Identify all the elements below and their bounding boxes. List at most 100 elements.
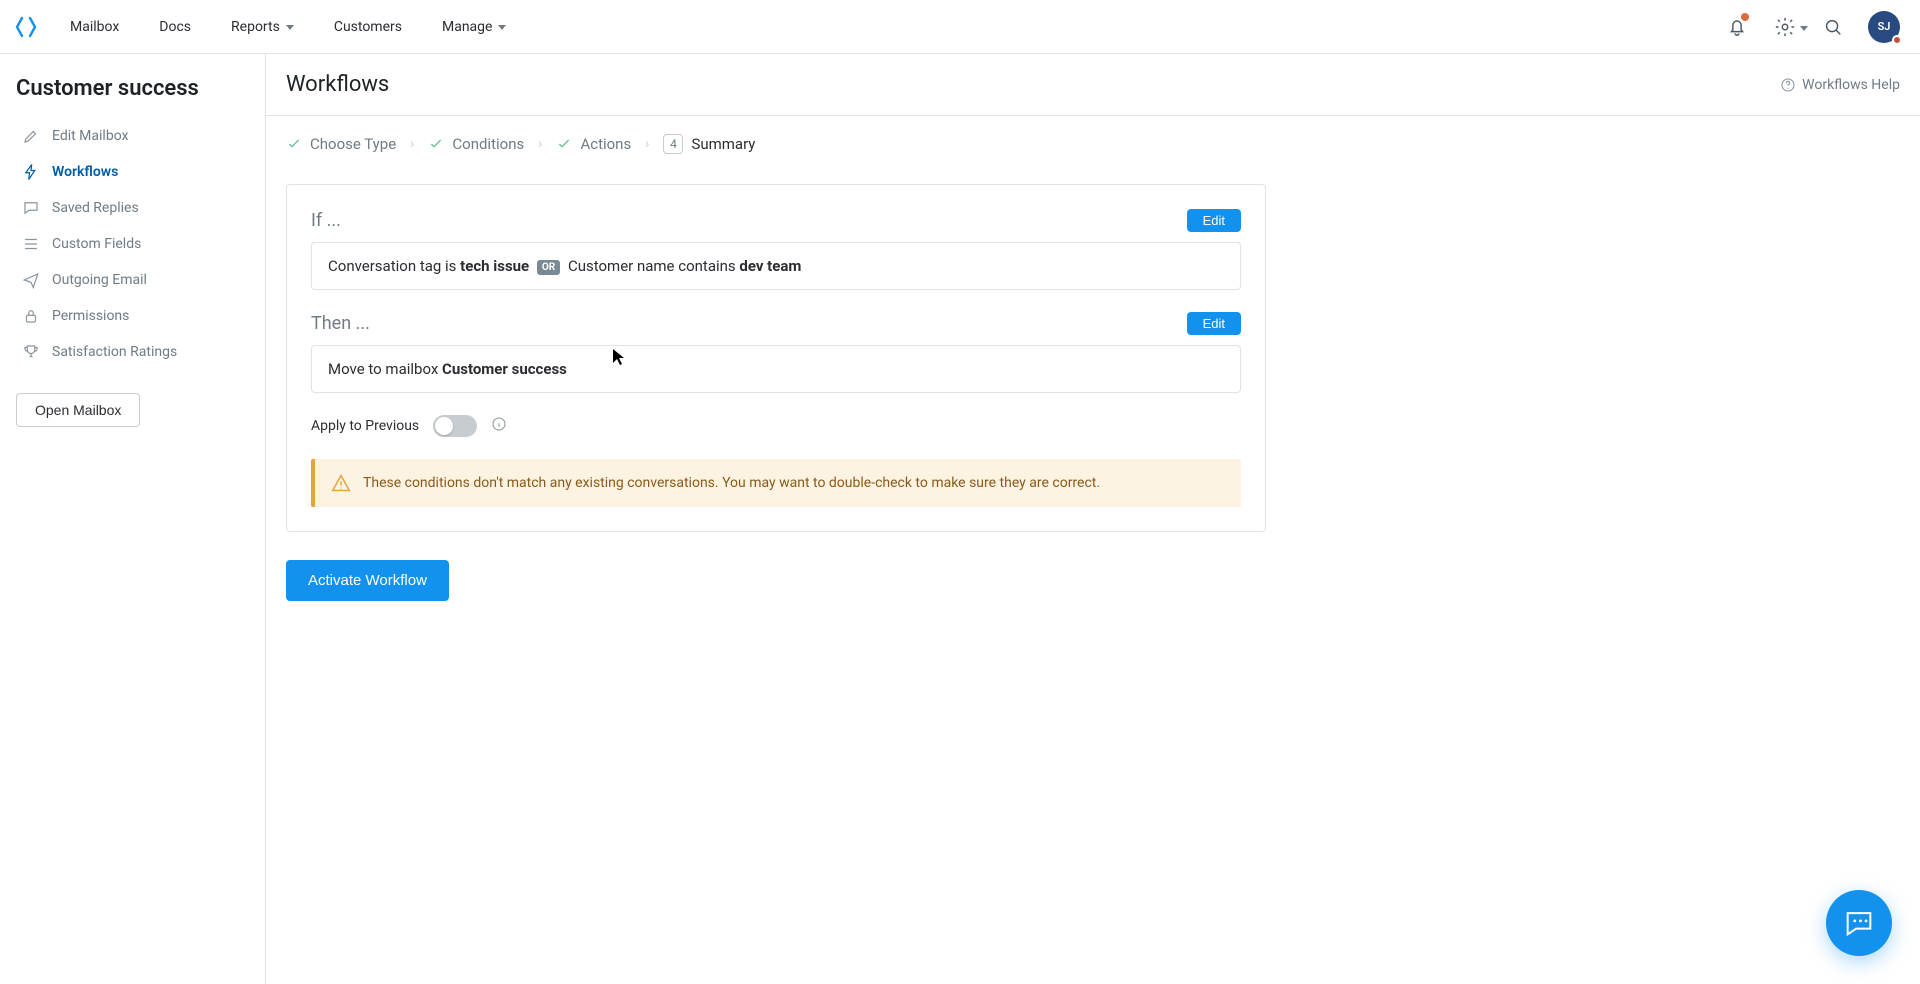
sidebar-title: Customer success: [16, 76, 249, 101]
sidebar-item-label: Saved Replies: [52, 200, 139, 216]
step-label: Summary: [691, 135, 755, 153]
main-header: Workflows Workflows Help: [266, 54, 1920, 116]
sidebar-item-custom-fields[interactable]: Custom Fields: [16, 227, 249, 261]
nav-customers[interactable]: Customers: [316, 11, 420, 43]
search-button[interactable]: [1820, 14, 1846, 40]
chevron-down-icon: [1800, 26, 1808, 31]
edit-actions-button[interactable]: Edit: [1187, 312, 1241, 335]
sidebar-item-edit-mailbox[interactable]: Edit Mailbox: [16, 119, 249, 153]
helpscout-logo-icon: [14, 15, 38, 39]
then-section-head: Then ... Edit: [311, 312, 1241, 335]
check-icon: [428, 136, 444, 152]
trophy-icon: [22, 343, 40, 361]
app-body: Customer success Edit Mailbox Workflows …: [0, 54, 1920, 984]
workflow-summary-card: If ... Edit Conversation tag is tech iss…: [286, 184, 1266, 532]
activate-workflow-button[interactable]: Activate Workflow: [286, 560, 449, 601]
warning-text: These conditions don't match any existin…: [363, 475, 1100, 491]
pencil-icon: [22, 127, 40, 145]
apply-to-previous-label: Apply to Previous: [311, 418, 419, 434]
bolt-icon: [22, 163, 40, 181]
page-title: Workflows: [286, 72, 389, 97]
info-icon[interactable]: [491, 416, 507, 436]
then-rule-box: Move to mailbox Customer success: [311, 345, 1241, 393]
nav-customers-label: Customers: [334, 19, 402, 35]
nav-docs-label: Docs: [159, 19, 191, 35]
primary-nav: Mailbox Docs Reports Customers Manage: [52, 11, 524, 43]
step-actions[interactable]: Actions: [556, 135, 631, 153]
sidebar-item-workflows[interactable]: Workflows: [16, 155, 249, 189]
top-nav: Mailbox Docs Reports Customers Manage SJ: [0, 0, 1920, 54]
sidebar-item-outgoing-email[interactable]: Outgoing Email: [16, 263, 249, 297]
user-avatar[interactable]: SJ: [1868, 11, 1900, 43]
sidebar-item-label: Satisfaction Ratings: [52, 344, 177, 360]
nav-manage-label: Manage: [442, 19, 492, 35]
sidebar-item-label: Workflows: [52, 164, 118, 180]
warning-icon: [331, 473, 351, 493]
sidebar-item-label: Custom Fields: [52, 236, 141, 252]
then-rule-value: Customer success: [442, 360, 567, 378]
check-icon: [286, 136, 302, 152]
then-rule-prefix: Move to mailbox: [328, 360, 442, 378]
or-chip: OR: [537, 260, 560, 275]
nav-docs[interactable]: Docs: [141, 11, 209, 43]
nav-mailbox[interactable]: Mailbox: [52, 11, 137, 43]
stack-icon: [22, 235, 40, 253]
help-link-label: Workflows Help: [1802, 77, 1900, 93]
sidebar-item-label: Edit Mailbox: [52, 128, 128, 144]
sidebar-item-satisfaction-ratings[interactable]: Satisfaction Ratings: [16, 335, 249, 369]
search-icon: [1822, 16, 1844, 38]
beacon-chat-button[interactable]: [1826, 890, 1892, 956]
step-summary[interactable]: 4 Summary: [663, 134, 755, 154]
check-icon: [556, 136, 572, 152]
nav-manage[interactable]: Manage: [424, 11, 524, 43]
step-conditions[interactable]: Conditions: [428, 135, 524, 153]
if-rule-box: Conversation tag is tech issue OR Custom…: [311, 242, 1241, 290]
apply-to-previous-row: Apply to Previous: [311, 415, 1241, 437]
notifications-button[interactable]: [1724, 14, 1750, 40]
chevron-down-icon: [286, 25, 294, 30]
chevron-down-icon: [498, 25, 506, 30]
if-rule-value-2: dev team: [739, 257, 801, 275]
if-heading: If ...: [311, 210, 341, 231]
sidebar-item-saved-replies[interactable]: Saved Replies: [16, 191, 249, 225]
settings-sidebar: Customer success Edit Mailbox Workflows …: [0, 54, 266, 984]
chat-bubble-icon: [1842, 906, 1876, 940]
chat-icon: [22, 199, 40, 217]
app-logo[interactable]: [0, 15, 52, 39]
chevron-right-icon: ›: [538, 136, 542, 152]
nav-mailbox-label: Mailbox: [70, 19, 119, 35]
workflows-help-link[interactable]: Workflows Help: [1780, 77, 1900, 93]
open-mailbox-button[interactable]: Open Mailbox: [16, 393, 140, 427]
sidebar-item-label: Permissions: [52, 308, 129, 324]
step-label: Choose Type: [310, 135, 396, 153]
edit-conditions-button[interactable]: Edit: [1187, 209, 1241, 232]
send-icon: [22, 271, 40, 289]
toggle-knob: [435, 417, 453, 435]
gear-icon: [1774, 16, 1796, 38]
sidebar-item-permissions[interactable]: Permissions: [16, 299, 249, 333]
if-rule-prefix: Conversation tag is: [328, 257, 460, 275]
if-section-head: If ... Edit: [311, 209, 1241, 232]
step-number-badge: 4: [663, 134, 683, 154]
settings-button[interactable]: [1772, 14, 1798, 40]
step-choose-type[interactable]: Choose Type: [286, 135, 396, 153]
presence-indicator: [1892, 35, 1902, 45]
help-icon: [1780, 77, 1796, 93]
workflow-steps: Choose Type › Conditions › Actions › 4 S…: [266, 116, 1920, 164]
nav-reports[interactable]: Reports: [213, 11, 312, 43]
warning-banner: These conditions don't match any existin…: [311, 459, 1241, 507]
if-rule-value-1: tech issue: [460, 257, 529, 275]
if-rule-mid: Customer name contains: [568, 257, 739, 275]
lock-icon: [22, 307, 40, 325]
avatar-initials: SJ: [1878, 20, 1891, 33]
top-nav-right: SJ: [1724, 11, 1900, 43]
apply-to-previous-toggle[interactable]: [433, 415, 477, 437]
step-label: Actions: [580, 135, 631, 153]
step-label: Conditions: [452, 135, 524, 153]
main-content: Workflows Workflows Help Choose Type › C…: [266, 54, 1920, 984]
then-heading: Then ...: [311, 313, 370, 334]
chevron-right-icon: ›: [410, 136, 414, 152]
notification-dot: [1741, 13, 1749, 21]
chevron-right-icon: ›: [645, 136, 649, 152]
sidebar-item-label: Outgoing Email: [52, 272, 147, 288]
